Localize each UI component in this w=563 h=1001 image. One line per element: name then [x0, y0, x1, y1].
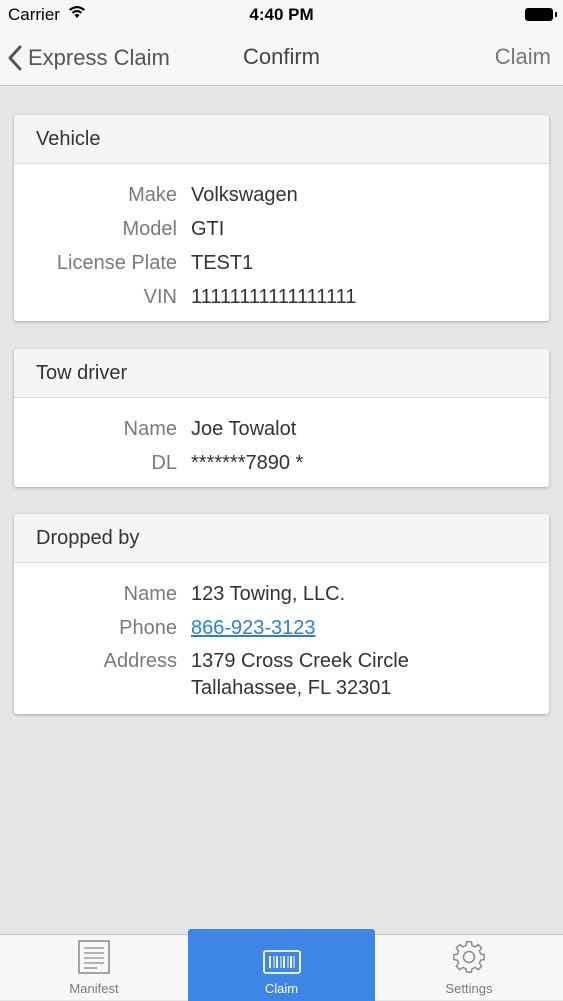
model-row: Model GTI — [14, 212, 549, 246]
tab-claim-label: Claim — [264, 981, 299, 996]
tab-settings[interactable]: Settings — [375, 935, 563, 1001]
address-line-2: Tallahassee, FL 32301 — [191, 677, 392, 699]
claim-button[interactable]: Claim — [495, 44, 551, 70]
battery-icon — [525, 8, 557, 21]
dropped-by-card: Dropped by Name 123 Towing, LLC. Phone 8… — [14, 514, 549, 714]
model-value: GTI — [191, 218, 225, 240]
driver-name-value: Joe Towalot — [191, 418, 297, 440]
clock-label: 4:40 PM — [249, 5, 314, 24]
phone-label: Phone — [119, 617, 177, 639]
phone-row: Phone 866-923-3123 — [14, 611, 549, 645]
tab-claim[interactable]: Claim — [188, 929, 375, 1001]
vin-row: VIN 11111111111111111 — [14, 280, 549, 314]
address-label: Address — [103, 650, 177, 672]
vin-value: 11111111111111111 — [191, 286, 357, 308]
back-button-label: Express Claim — [28, 45, 170, 70]
license-plate-label: License Plate — [56, 252, 177, 274]
status-bar: Carrier 4:40 PM — [0, 0, 563, 30]
address-value: 1379 Cross Creek Circle Tallahassee, FL … — [191, 648, 409, 702]
tab-manifest-label: Manifest — [69, 981, 119, 996]
vehicle-card: Vehicle Make Volkswagen Model GTI Licens… — [14, 115, 549, 321]
driver-license-value: *******7890 * — [191, 452, 304, 474]
driver-name-label: Name — [123, 418, 177, 440]
driver-license-row: DL *******7890 * — [14, 446, 549, 480]
tab-manifest[interactable]: Manifest — [0, 935, 188, 1001]
chevron-left-icon — [8, 45, 22, 71]
driver-name-row: Name Joe Towalot — [14, 412, 549, 446]
make-value: Volkswagen — [191, 184, 298, 206]
license-plate-row: License Plate TEST1 — [14, 246, 549, 280]
model-label: Model — [122, 218, 177, 240]
license-plate-value: TEST1 — [191, 252, 254, 274]
gear-icon — [453, 941, 485, 973]
vin-label: VIN — [143, 286, 177, 308]
tow-driver-card-title: Tow driver — [14, 349, 549, 398]
tab-bar: Manifest Claim Settings — [0, 929, 563, 1001]
company-name-value: 123 Towing, LLC. — [191, 583, 346, 605]
navigation-bar: Express Claim Confirm Claim — [0, 30, 563, 86]
company-name-row: Name 123 Towing, LLC. — [14, 577, 549, 611]
address-line-1: 1379 Cross Creek Circle — [191, 650, 409, 672]
back-button[interactable]: Express Claim — [8, 42, 170, 74]
make-row: Make Volkswagen — [14, 178, 549, 212]
phone-link[interactable]: 866-923-3123 — [191, 611, 316, 645]
dropped-by-card-title: Dropped by — [14, 514, 549, 563]
make-label: Make — [128, 184, 177, 206]
barcode-icon — [262, 950, 301, 974]
address-row: Address 1379 Cross Creek Circle Tallahas… — [14, 645, 549, 702]
tab-settings-label: Settings — [445, 981, 493, 996]
company-name-label: Name — [123, 583, 177, 605]
driver-license-label: DL — [151, 452, 177, 474]
vehicle-card-title: Vehicle — [14, 115, 549, 164]
document-icon — [78, 940, 110, 974]
tow-driver-card: Tow driver Name Joe Towalot DL *******78… — [14, 349, 549, 487]
